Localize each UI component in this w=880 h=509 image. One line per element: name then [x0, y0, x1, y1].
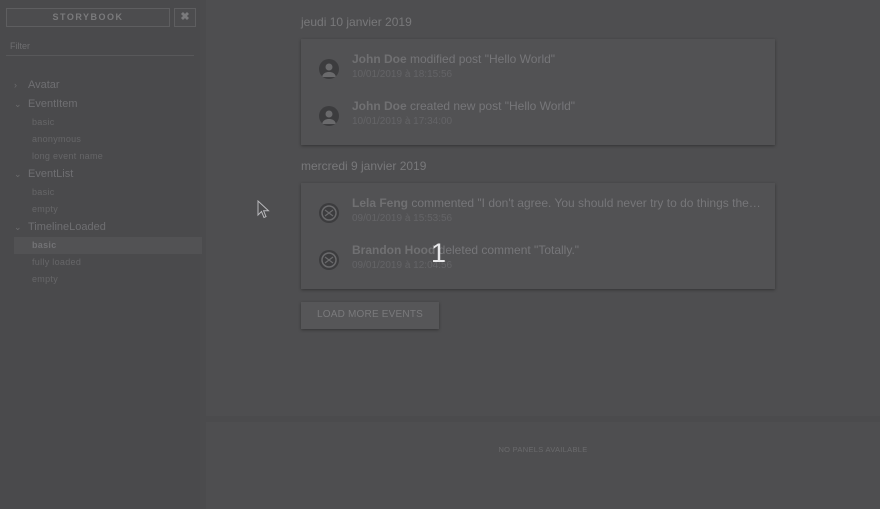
story-timelineloaded-basic[interactable]: basic: [14, 237, 202, 254]
close-icon[interactable]: ✖: [174, 8, 196, 27]
event-text: created new post "Hello World": [410, 99, 576, 113]
chevron-down-icon: ⌄: [14, 169, 22, 179]
date-heading: jeudi 10 janvier 2019: [301, 15, 412, 29]
event-timestamp: 09/01/2019 à 15:53:56: [352, 213, 453, 224]
pointer-cursor-icon: [257, 200, 270, 219]
story-eventlist-empty[interactable]: empty: [14, 201, 194, 218]
event-author: Brandon Hood: [352, 243, 436, 257]
event-description: John Doe created new post "Hello World": [352, 99, 762, 113]
addons-panel: NO PANELS AVAILABLE: [206, 422, 880, 509]
tree-node-label: Avatar: [28, 79, 60, 91]
storybook-app: STORYBOOK ✖ › Avatar ⌄ EventItem basic ano…: [0, 0, 880, 509]
event-timestamp: 10/01/2019 à 17:34:00: [352, 116, 453, 127]
chevron-down-icon: ⌄: [14, 99, 22, 109]
story-timelineloaded-empty[interactable]: empty: [14, 271, 194, 288]
story-eventitem-long-event-name[interactable]: long event name: [14, 148, 194, 165]
avatar: [319, 203, 339, 223]
event-author: John Doe: [352, 52, 407, 66]
no-panels-message: NO PANELS AVAILABLE: [498, 445, 588, 454]
date-heading: mercredi 9 janvier 2019: [301, 159, 427, 173]
tree-node-timelineloaded[interactable]: ⌄ TimelineLoaded: [14, 218, 194, 237]
avatar: [319, 250, 339, 270]
tree-node-label: EventItem: [28, 98, 78, 110]
story-tree: › Avatar ⌄ EventItem basic anonymous long …: [14, 76, 202, 288]
event-author: John Doe: [352, 99, 407, 113]
step-number-overlay: 1: [431, 238, 447, 268]
tree-node-eventitem[interactable]: ⌄ EventItem: [14, 95, 194, 114]
storybook-brand-button[interactable]: STORYBOOK: [6, 8, 170, 27]
tree-node-label: EventList: [28, 168, 74, 180]
event-description: Brandon Hood deleted comment "Totally.": [352, 243, 762, 257]
filter-input[interactable]: [6, 36, 194, 56]
tree-node-label: TimelineLoaded: [28, 221, 106, 233]
tree-node-eventlist[interactable]: ⌄ EventList: [14, 165, 194, 184]
story-timelineloaded-fully-loaded[interactable]: fully loaded: [14, 254, 194, 271]
sidebar: STORYBOOK ✖ › Avatar ⌄ EventItem basic ano…: [0, 0, 202, 509]
story-eventitem-anonymous[interactable]: anonymous: [14, 131, 194, 148]
event-text: deleted comment "Totally.": [438, 243, 580, 257]
brand-row: STORYBOOK ✖: [6, 8, 196, 27]
event-description: John Doe modified post "Hello World": [352, 52, 762, 66]
story-eventlist-basic[interactable]: basic: [14, 184, 194, 201]
chevron-right-icon: ›: [14, 80, 17, 90]
event-item[interactable]: John Doe modified post "Hello World" 10/…: [301, 49, 775, 89]
load-more-events-button[interactable]: LOAD MORE EVENTS: [301, 302, 439, 329]
avatar: [319, 106, 339, 126]
tree-node-avatar[interactable]: › Avatar: [14, 76, 194, 95]
avatar: [319, 59, 339, 79]
event-timestamp: 10/01/2019 à 18:15:56: [352, 69, 453, 80]
event-item[interactable]: Lela Feng commented "I don't agree. You …: [301, 193, 775, 233]
event-author: Lela Feng: [352, 196, 409, 210]
event-item[interactable]: John Doe created new post "Hello World" …: [301, 96, 775, 136]
event-item[interactable]: Brandon Hood deleted comment "Totally." …: [301, 240, 775, 280]
event-list-card: John Doe modified post "Hello World" 10/…: [301, 39, 775, 145]
event-text: commented "I don't agree. You should nev…: [411, 196, 762, 210]
event-text: modified post "Hello World": [410, 52, 556, 66]
event-list-card: Lela Feng commented "I don't agree. You …: [301, 183, 775, 289]
chevron-down-icon: ⌄: [14, 222, 22, 232]
story-eventitem-basic[interactable]: basic: [14, 114, 194, 131]
event-description: Lela Feng commented "I don't agree. You …: [352, 196, 762, 210]
